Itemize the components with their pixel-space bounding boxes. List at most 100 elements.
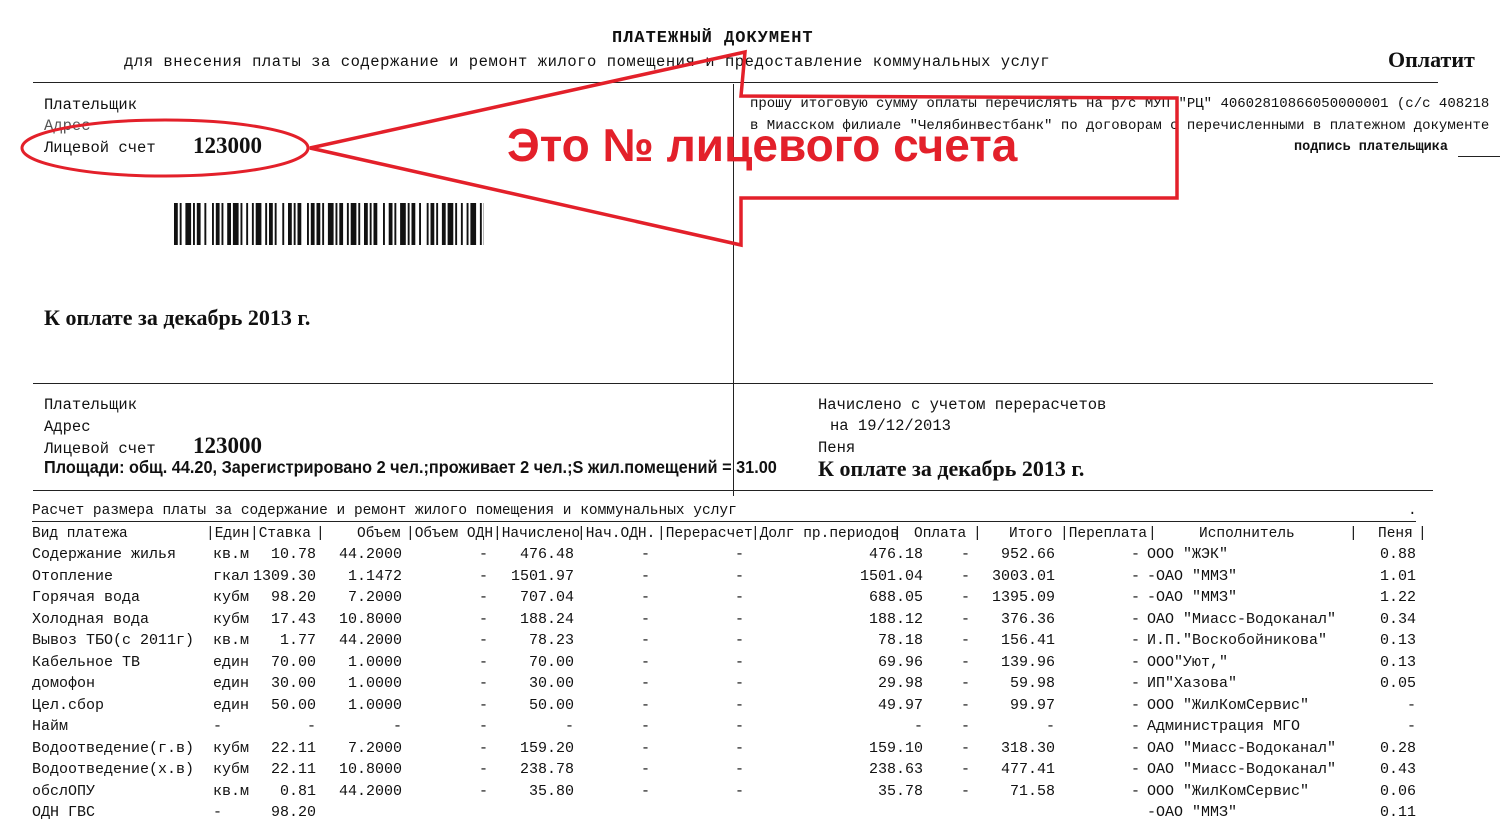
due-text: К оплате за декабрь 2013 г. <box>44 305 310 331</box>
table-cell: Водоотведение(х.в) <box>32 759 194 781</box>
barcode-bar <box>193 203 195 245</box>
table-top-rule <box>33 490 1433 491</box>
table-header-cell: Исполнитель <box>1199 526 1295 542</box>
table-cell: 0.34 <box>1296 609 1416 631</box>
table-header-cell: Вид платежа <box>32 526 128 542</box>
table-cell: - <box>1020 738 1140 760</box>
table-cell: - <box>1020 587 1140 609</box>
table-cell: - <box>1020 781 1140 803</box>
barcode-bar <box>282 203 284 245</box>
barcode-bar <box>322 203 324 245</box>
table-cell: Отопление <box>32 566 113 588</box>
barcode-bar <box>383 203 385 245</box>
barcode-bar <box>185 203 191 245</box>
table-cell: - <box>624 738 744 760</box>
table-cell: 0.05 <box>1296 673 1416 695</box>
payer-label-2: Плательщик <box>44 396 137 414</box>
table-header-cell: |Начислено <box>493 526 580 542</box>
table-cell: - <box>624 566 744 588</box>
table-header-cell: |Ставка <box>250 526 311 542</box>
barcode-bar <box>288 203 292 245</box>
table-cell: - <box>624 609 744 631</box>
table-cell: - <box>624 652 744 674</box>
barcode-bar <box>394 203 396 245</box>
table-header-cell: | <box>1148 526 1157 542</box>
table-cell: Горячая вода <box>32 587 140 609</box>
document-title: ПЛАТЕЖНЫЙ ДОКУМЕНТ <box>612 29 814 48</box>
table-cell: - <box>624 759 744 781</box>
top-rule <box>33 82 1438 83</box>
table-cell: 0.13 <box>1296 630 1416 652</box>
barcode-bar <box>298 203 302 245</box>
payer-label: Плательщик <box>44 96 137 114</box>
barcode-bar <box>227 203 231 245</box>
table-header-cell: |Един <box>206 526 250 542</box>
mid-rule <box>33 383 1433 384</box>
table-header-cell: | <box>316 526 325 542</box>
barcode-bar <box>294 203 296 245</box>
table-cell: домофон <box>32 673 95 695</box>
table-cell: -ОАО "ММЗ" <box>1147 587 1237 609</box>
table-cell: - <box>624 716 744 738</box>
barcode-bar <box>480 203 482 245</box>
table-cell: ООО "ЖилКомСервис" <box>1147 781 1309 803</box>
table-cell: 0.13 <box>1296 652 1416 674</box>
barcode-bar <box>212 203 214 245</box>
charged-label: Начислено с учетом перерасчетов <box>818 396 1106 414</box>
barcode-bar <box>252 203 254 245</box>
callout-text: Это № лицевого счета <box>507 118 1017 172</box>
barcode-bar <box>412 203 416 245</box>
table-cell: - <box>624 630 744 652</box>
barcode-bar <box>275 203 277 245</box>
table-cell: Содержание жилья <box>32 544 176 566</box>
caption-dot: . <box>1408 503 1417 519</box>
charged-date: на 19/12/2013 <box>830 417 951 435</box>
table-cell: Администрация МГО <box>1147 716 1300 738</box>
barcode-bar <box>419 203 421 245</box>
table-cell: - <box>1020 716 1140 738</box>
table-cell: 1.01 <box>1296 566 1416 588</box>
table-cell: Холодная вода <box>32 609 149 631</box>
table-cell: 1.22 <box>1296 587 1416 609</box>
barcode-bar <box>347 203 349 245</box>
table-caption: Расчет размера платы за содержание и рем… <box>32 503 737 519</box>
barcode-bar <box>470 203 476 245</box>
table-cell: ООО "ЖЭК" <box>1147 544 1228 566</box>
table-header-cell: | <box>1349 526 1358 542</box>
table-cell: Найм <box>32 716 68 738</box>
barcode-bar <box>364 203 368 245</box>
pay-fragment: Оплатит <box>1388 47 1475 73</box>
barcode-bar <box>269 203 273 245</box>
table-cell: Водоотведение(г.в) <box>32 738 194 760</box>
account-label-2: Лицевой счет <box>44 440 156 458</box>
table-cell: - <box>624 544 744 566</box>
barcode-bar <box>317 203 321 245</box>
table-cell: 0.88 <box>1296 544 1416 566</box>
table-cell: Вывоз ТБО(с 2011г) <box>32 630 194 652</box>
table-cell: - <box>1020 630 1140 652</box>
table-cell: - <box>624 673 744 695</box>
barcode-bar <box>455 203 457 245</box>
barcode-bar <box>339 203 343 245</box>
barcode-bar <box>448 203 454 245</box>
barcode-bar <box>408 203 410 245</box>
table-header-cell: Оплата <box>914 526 966 542</box>
table-header-cell: |Долг пр.периодов <box>751 526 899 542</box>
table-cell: - <box>1020 609 1140 631</box>
table-cell: - <box>624 781 744 803</box>
barcode-bar <box>467 203 469 245</box>
barcode-bar <box>400 203 406 245</box>
barcode-bar <box>256 203 262 245</box>
barcode-bar <box>180 203 182 245</box>
table-header-cell: |Нач.ОДН. <box>577 526 655 542</box>
table-cell: ООО"Уют," <box>1147 652 1228 674</box>
table-cell: - <box>1296 695 1416 717</box>
penalty-label: Пеня <box>818 439 855 457</box>
account-number: 123000 <box>193 133 262 159</box>
table-cell: 0.28 <box>1296 738 1416 760</box>
barcode-bar <box>174 203 178 245</box>
table-cell: - <box>624 587 744 609</box>
table-header-cell: |Переплата <box>1060 526 1147 542</box>
barcode-bar <box>241 203 243 245</box>
table-cell: - <box>1020 759 1140 781</box>
